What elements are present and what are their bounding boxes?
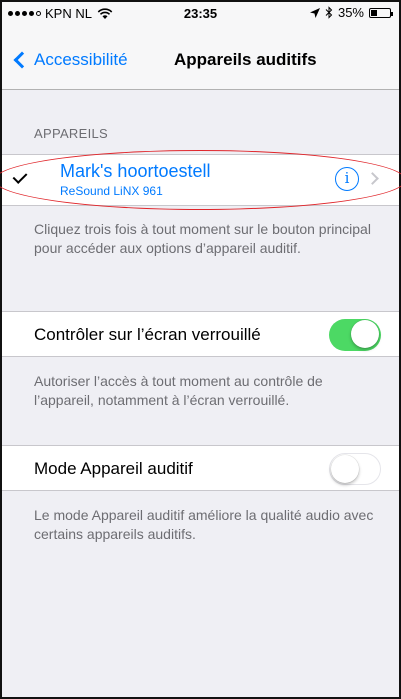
lock-screen-toggle[interactable] [329, 319, 381, 351]
status-bar: KPN NL 23:35 35% [2, 2, 399, 24]
hearing-mode-label: Mode Appareil auditif [34, 459, 193, 478]
back-label: Accessibilité [34, 50, 128, 69]
lock-screen-row: Contrôler sur l’écran verrouillé [2, 311, 399, 357]
info-icon[interactable]: i [335, 167, 359, 191]
battery-percent: 35% [337, 5, 364, 20]
lock-screen-footer: Autoriser l’accès à tout moment au contr… [34, 373, 323, 408]
chevron-right-icon [366, 172, 379, 185]
device-name: Mark's hoortoestell [60, 161, 211, 181]
hearing-mode-footer: Le mode Appareil auditif améliore la qua… [34, 507, 374, 542]
navigation-bar: Accessibilité Appareils auditifs [2, 24, 399, 90]
toggle-knob [331, 455, 359, 483]
battery-icon [369, 7, 393, 18]
hearing-mode-row: Mode Appareil auditif [2, 445, 399, 491]
device-row[interactable]: Mark's hoortoestell ReSound LiNX 961 i [2, 154, 399, 206]
page-title: Appareils auditifs [174, 50, 317, 69]
location-icon [309, 7, 320, 18]
status-right-group: 35% [309, 5, 393, 20]
device-model: ReSound LiNX 961 [60, 184, 163, 198]
checkmark-icon [12, 169, 28, 184]
hearing-mode-toggle[interactable] [329, 453, 381, 485]
phone-screen: KPN NL 23:35 35% Accessibilité Appareils… [0, 0, 401, 699]
lock-screen-label: Contrôler sur l’écran verrouillé [34, 325, 261, 344]
back-button[interactable]: Accessibilité [12, 50, 128, 70]
toggle-knob [351, 320, 379, 348]
battery-fill [371, 9, 378, 16]
devices-footer: Cliquez trois fois à tout moment sur le … [34, 221, 371, 256]
chevron-left-icon [13, 51, 31, 69]
bluetooth-icon [325, 6, 333, 19]
section-header-devices: APPAREILS [34, 126, 108, 141]
